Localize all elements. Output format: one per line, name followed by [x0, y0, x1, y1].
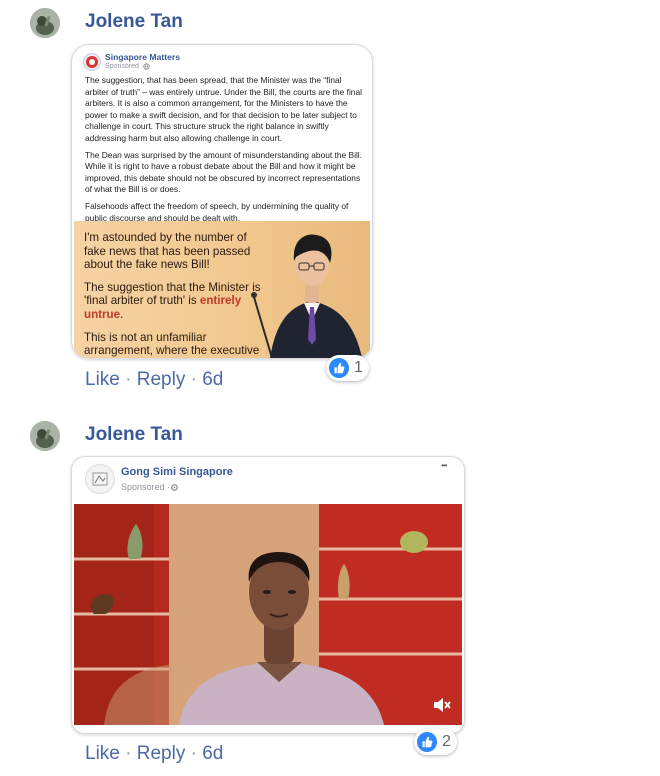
page-logo[interactable] — [83, 53, 101, 71]
separator-dot: · — [190, 369, 197, 390]
gear-icon — [171, 483, 178, 491]
gong-simi-logo-icon — [92, 472, 108, 486]
post-paragraph: The Dean was surprised by the amount of … — [85, 149, 362, 195]
post-quote-image[interactable]: I'm astounded by the number of fake news… — [74, 221, 370, 358]
more-options-icon[interactable]: ••• — [441, 461, 447, 470]
like-icon — [329, 358, 349, 378]
reaction-summary[interactable]: 1 — [326, 355, 369, 381]
sponsored-text: Sponsored · — [121, 482, 171, 492]
video-thumbnail — [74, 504, 462, 725]
speaker-photo — [251, 234, 362, 358]
reply-link[interactable]: Reply — [137, 369, 186, 390]
quote-line-2-suffix: . — [120, 307, 124, 321]
sponsored-label: Sponsored · — [121, 482, 179, 492]
reaction-count: 2 — [442, 733, 451, 750]
comment-author[interactable]: Jolene Tan — [85, 11, 183, 33]
post-body: The suggestion, that has been spread, th… — [85, 75, 363, 229]
like-link[interactable]: Like — [85, 369, 120, 390]
video-player[interactable] — [74, 504, 462, 725]
quote-line-2: The suggestion that the Minister is 'fin… — [84, 281, 266, 322]
shared-video-card[interactable]: Gong Simi Singapore Sponsored · ••• — [71, 456, 465, 734]
comment-author[interactable]: Jolene Tan — [85, 424, 183, 446]
like-link[interactable]: Like — [85, 743, 120, 764]
singapore-matters-logo-icon — [86, 56, 98, 68]
comment-timestamp[interactable]: 6d — [202, 743, 223, 764]
page-name[interactable]: Singapore Matters — [105, 52, 180, 62]
reaction-summary[interactable]: 2 — [414, 729, 457, 755]
page-logo[interactable] — [85, 464, 115, 494]
separator-dot: · — [125, 369, 132, 390]
quote-line-3: This is not an unfamiliar arrangement, w… — [84, 330, 264, 358]
avatar-image — [30, 8, 60, 38]
quote-text: I'm astounded by the number of fake news… — [84, 231, 266, 358]
reply-link[interactable]: Reply — [137, 743, 186, 764]
quote-line-1: I'm astounded by the number of fake news… — [84, 231, 251, 272]
like-icon — [417, 732, 437, 752]
comment-timestamp[interactable]: 6d — [202, 369, 223, 390]
commenter-avatar[interactable] — [30, 421, 60, 451]
reaction-count: 1 — [354, 359, 363, 376]
globe-icon — [143, 63, 150, 70]
mute-icon[interactable] — [432, 696, 452, 714]
separator-dot: · — [190, 743, 197, 764]
page-name[interactable]: Gong Simi Singapore — [121, 466, 233, 478]
comment-actions: Like · Reply · 6d — [85, 743, 223, 765]
post-paragraph: The suggestion, that has been spread, th… — [85, 75, 362, 143]
separator-dot: · — [125, 743, 132, 764]
commenter-avatar[interactable] — [30, 8, 60, 38]
sponsored-label: Sponsored · — [105, 63, 150, 70]
sponsored-text: Sponsored · — [105, 63, 144, 70]
comment-actions: Like · Reply · 6d — [85, 369, 223, 391]
avatar-image — [30, 421, 60, 451]
shared-post-card[interactable]: Singapore Matters Sponsored · The sugges… — [71, 44, 373, 359]
